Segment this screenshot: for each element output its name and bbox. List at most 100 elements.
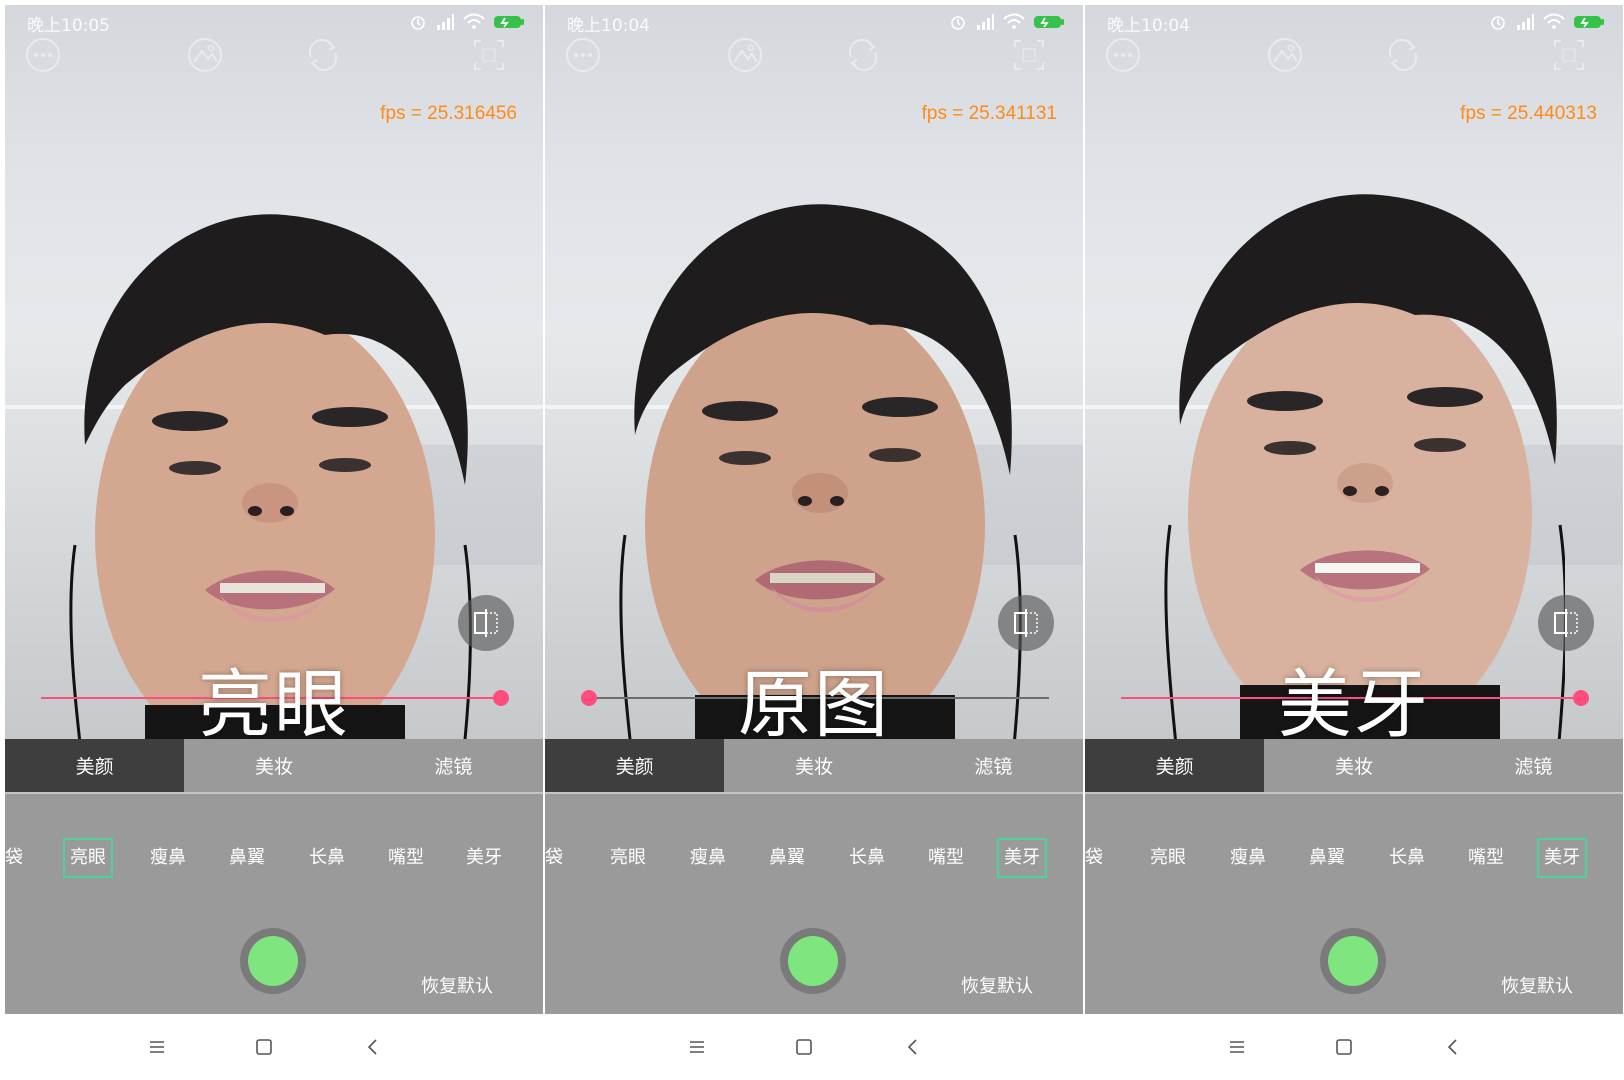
feature-whiten-teeth[interactable]: 美牙 [997, 838, 1047, 878]
status-bar: 晚上10:05 [5, 5, 543, 39]
effect-name-overlay: 亮眼 [198, 662, 350, 739]
switch-camera-icon[interactable] [843, 35, 883, 75]
camera-preview: 晚上10:04 fps = 25.440313 美牙 [1085, 5, 1623, 739]
alarm-icon [1491, 16, 1505, 30]
controls-panel: 眼袋 亮眼 瘦鼻 鼻翼 长鼻 嘴型 美牙 恢复默认 [5, 794, 543, 1014]
menu-icon[interactable] [685, 1035, 709, 1059]
reset-default-button[interactable]: 恢复默认 [961, 972, 1033, 998]
feature-nose-wing[interactable]: 鼻翼 [1302, 838, 1352, 878]
status-bar: 晚上10:04 [1085, 5, 1623, 39]
feature-mouth-shape[interactable]: 嘴型 [381, 838, 431, 878]
shutter-button[interactable] [240, 928, 306, 994]
android-nav-bar [545, 1014, 1083, 1080]
compare-icon [1014, 609, 1038, 637]
status-icons [949, 13, 1065, 31]
signal-icon [437, 14, 454, 30]
back-icon[interactable] [901, 1035, 925, 1059]
feature-eye-bags[interactable]: 眼袋 [1085, 838, 1111, 878]
android-nav-bar [5, 1014, 543, 1080]
menu-icon[interactable] [145, 1035, 169, 1059]
home-icon[interactable] [792, 1035, 816, 1059]
status-icons [1489, 13, 1605, 31]
effect-name-overlay: 美牙 [1278, 662, 1430, 739]
more-icon[interactable] [563, 35, 603, 75]
tab-filter[interactable]: 滤镜 [1444, 739, 1623, 792]
gallery-icon[interactable] [185, 35, 225, 75]
tab-filter[interactable]: 滤镜 [904, 739, 1083, 792]
feature-mouth-shape[interactable]: 嘴型 [1461, 838, 1511, 878]
camera-preview: 晚上10:04 fps = 25.341131 原图 [545, 5, 1083, 739]
tab-beauty[interactable]: 美颜 [1085, 739, 1265, 792]
tab-makeup[interactable]: 美妆 [1264, 739, 1443, 792]
tab-makeup[interactable]: 美妆 [184, 739, 363, 792]
gallery-icon[interactable] [725, 35, 765, 75]
battery-icon [494, 16, 524, 28]
camera-preview: 晚上10:05 fps = 25.316456 亮眼 [5, 5, 543, 739]
feature-whiten-teeth[interactable]: 美牙 [459, 838, 509, 878]
aspect-ratio-icon[interactable] [1549, 35, 1589, 75]
status-time: 晚上10:04 [1107, 16, 1190, 36]
shutter-button[interactable] [780, 928, 846, 994]
feature-mouth-shape[interactable]: 嘴型 [921, 838, 971, 878]
effect-name-overlay: 原图 [738, 662, 890, 739]
gallery-icon[interactable] [1265, 35, 1305, 75]
back-icon[interactable] [361, 1035, 385, 1059]
aspect-ratio-icon[interactable] [469, 35, 509, 75]
alarm-icon [951, 16, 965, 30]
fps-readout: fps = 25.316456 [380, 103, 517, 124]
feature-slim-nose[interactable]: 瘦鼻 [683, 838, 733, 878]
feature-bright-eyes[interactable]: 亮眼 [63, 838, 113, 878]
phone-screen-2: 晚上10:04 fps = 25.341131 原图 美颜 美妆 滤镜 袋 亮眼… [545, 5, 1083, 1080]
status-icons [409, 13, 525, 31]
phone-screen-3: 晚上10:04 fps = 25.440313 美牙 美颜 美妆 滤镜 袋 亮眼… [1085, 5, 1623, 1080]
reset-default-button[interactable]: 恢复默认 [1501, 972, 1573, 998]
shutter-inner [788, 936, 838, 986]
feature-whiten-teeth[interactable]: 美牙 [1537, 838, 1587, 878]
feature-eye-bags[interactable]: 眼袋 [545, 838, 571, 878]
status-bar: 晚上10:04 [545, 5, 1083, 39]
top-toolbar [5, 35, 543, 85]
wifi-icon [1003, 13, 1025, 29]
feature-slim-nose[interactable]: 瘦鼻 [143, 838, 193, 878]
category-tabs: 美颜 美妆 滤镜 [1085, 739, 1623, 792]
compare-button[interactable] [458, 595, 514, 651]
wifi-icon [463, 13, 485, 29]
feature-slim-nose[interactable]: 瘦鼻 [1223, 838, 1273, 878]
back-icon[interactable] [1441, 1035, 1465, 1059]
feature-nose-wing[interactable]: 鼻翼 [762, 838, 812, 878]
switch-camera-icon[interactable] [303, 35, 343, 75]
tab-makeup[interactable]: 美妆 [724, 739, 903, 792]
more-icon[interactable] [23, 35, 63, 75]
compare-button[interactable] [1538, 595, 1594, 651]
compare-button[interactable] [998, 595, 1054, 651]
feature-list: 眼袋 亮眼 瘦鼻 鼻翼 长鼻 嘴型 美牙 [545, 838, 1083, 878]
signal-icon [977, 14, 994, 30]
shutter-button[interactable] [1320, 928, 1386, 994]
aspect-ratio-icon[interactable] [1009, 35, 1049, 75]
fps-readout: fps = 25.440313 [1460, 103, 1597, 124]
feature-long-nose[interactable]: 长鼻 [842, 838, 892, 878]
tab-beauty[interactable]: 美颜 [545, 739, 725, 792]
more-icon[interactable] [1103, 35, 1143, 75]
menu-icon[interactable] [1225, 1035, 1249, 1059]
battery-icon [1034, 16, 1064, 28]
signal-icon [1517, 14, 1534, 30]
home-icon[interactable] [1332, 1035, 1356, 1059]
feature-long-nose[interactable]: 长鼻 [302, 838, 352, 878]
switch-camera-icon[interactable] [1383, 35, 1423, 75]
feature-list: 眼袋 亮眼 瘦鼻 鼻翼 长鼻 嘴型 美牙 [5, 838, 543, 878]
home-icon[interactable] [252, 1035, 276, 1059]
tab-beauty[interactable]: 美颜 [5, 739, 185, 792]
feature-bright-eyes[interactable]: 亮眼 [1143, 838, 1193, 878]
tab-filter[interactable]: 滤镜 [364, 739, 543, 792]
feature-long-nose[interactable]: 长鼻 [1382, 838, 1432, 878]
reset-default-button[interactable]: 恢复默认 [421, 972, 493, 998]
feature-nose-wing[interactable]: 鼻翼 [222, 838, 272, 878]
feature-eye-bags[interactable]: 眼袋 [5, 838, 31, 878]
top-toolbar [545, 35, 1083, 85]
battery-icon [1574, 16, 1604, 28]
feature-bright-eyes[interactable]: 亮眼 [603, 838, 653, 878]
phone-screen-1: 晚上10:05 fps = 25.316456 亮眼 美颜 美妆 滤镜 袋 亮眼… [5, 5, 543, 1080]
shutter-inner [248, 936, 298, 986]
controls-panel: 眼袋 亮眼 瘦鼻 鼻翼 长鼻 嘴型 美牙 恢复默认 [1085, 794, 1623, 1014]
